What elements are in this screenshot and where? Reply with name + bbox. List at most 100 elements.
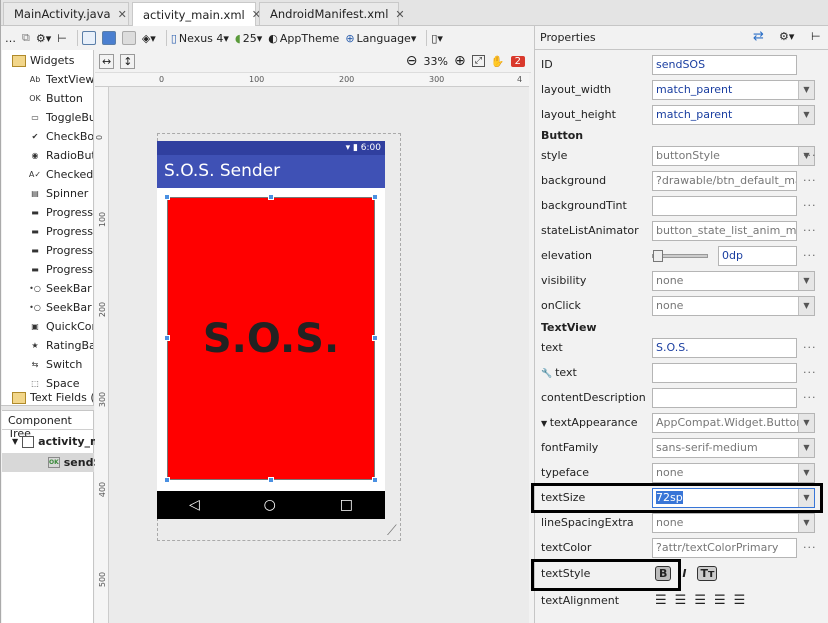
theme-selector[interactable]: ◐ AppTheme bbox=[268, 32, 339, 45]
phone-config-icon[interactable]: ▯▾ bbox=[431, 32, 443, 45]
pin-icon[interactable]: ⊢ bbox=[57, 32, 67, 45]
all-caps-icon[interactable]: Tт bbox=[697, 566, 718, 581]
device-resize-handle[interactable]: ⟋ bbox=[387, 523, 397, 539]
close-icon[interactable]: ✕ bbox=[118, 8, 127, 21]
orientation-icon[interactable]: ◈▾ bbox=[142, 32, 156, 45]
recents-icon[interactable]: □ bbox=[340, 497, 353, 513]
prop-input-stateListAnimator[interactable]: button_state_list_anim_mate bbox=[652, 220, 797, 241]
gear-icon[interactable]: ⚙▾ bbox=[779, 30, 794, 43]
more-options-icon[interactable]: ··· bbox=[803, 541, 817, 554]
tab-main-activity[interactable]: MainActivity.java ✕ bbox=[3, 2, 129, 25]
elevation-slider[interactable] bbox=[652, 249, 708, 262]
sos-button[interactable]: S.O.S. bbox=[167, 197, 375, 480]
prop-input-textColor[interactable]: ?attr/textColorPrimary bbox=[652, 537, 797, 558]
prop-input-id[interactable]: sendSOS bbox=[652, 54, 797, 75]
prop-input-typeface[interactable]: none ▼ bbox=[652, 462, 815, 483]
resize-handle[interactable] bbox=[372, 477, 378, 483]
palette-item[interactable]: •○SeekBar (Discrete) bbox=[28, 298, 93, 317]
design-view-icon[interactable] bbox=[81, 31, 96, 45]
align-start-icon[interactable]: ☰ bbox=[655, 593, 667, 608]
prop-input-text2[interactable] bbox=[652, 362, 797, 383]
chevron-down-icon[interactable]: ▼ bbox=[798, 105, 814, 124]
prop-input-layout_width[interactable]: match_parent ▼ bbox=[652, 79, 815, 100]
palette-item[interactable]: ▤ Spinner bbox=[28, 184, 88, 203]
more-options-icon[interactable]: ··· bbox=[803, 149, 817, 162]
resize-handle[interactable] bbox=[268, 477, 274, 483]
zoom-out-icon[interactable]: ⊖ bbox=[406, 53, 418, 69]
zoom-in-icon[interactable]: ⊕ bbox=[454, 53, 466, 69]
chevron-down-icon[interactable]: ▼ bbox=[798, 438, 814, 457]
palette-item[interactable]: Ab TextView bbox=[28, 70, 93, 89]
prop-input-lineSpacingExtra[interactable]: none ▼ bbox=[652, 512, 815, 533]
resize-handle[interactable] bbox=[268, 194, 274, 200]
tab-activity-main[interactable]: activity_main.xml ✕ bbox=[132, 2, 261, 26]
chevron-down-icon[interactable]: ▼ bbox=[798, 80, 814, 99]
palette-item[interactable]: ★RatingBar bbox=[28, 336, 93, 355]
prop-input-onClick[interactable]: none ▼ bbox=[652, 295, 815, 316]
gear-icon[interactable]: ⚙▾ bbox=[36, 32, 51, 45]
palette-category-text-fields[interactable]: Text Fields (Edit) bbox=[12, 388, 93, 406]
palette-category-widgets[interactable]: Widgets bbox=[12, 51, 74, 70]
more-icon[interactable]: … bbox=[5, 32, 16, 45]
prop-input-background[interactable]: ?drawable/btn_default_mate bbox=[652, 170, 797, 191]
palette-item[interactable]: ▬ProgressBar bbox=[28, 260, 93, 279]
align-right-icon[interactable]: ☰ bbox=[714, 593, 726, 608]
prop-input-text[interactable]: S.O.S. bbox=[652, 337, 797, 358]
palette-item[interactable]: ▭ToggleButton bbox=[28, 108, 93, 127]
more-options-icon[interactable]: ··· bbox=[803, 341, 817, 354]
api-selector[interactable]: ◖ 25 ▾ bbox=[235, 32, 262, 45]
more-options-icon[interactable]: ··· bbox=[803, 224, 817, 237]
palette-item[interactable]: OK Button bbox=[28, 89, 83, 108]
palette-item[interactable]: ▬ProgressBar bbox=[28, 241, 93, 260]
resize-handle[interactable] bbox=[372, 194, 378, 200]
split-view-icon[interactable] bbox=[121, 31, 136, 45]
palette-item[interactable]: ▬ProgressBar bbox=[28, 203, 93, 222]
palette-item[interactable]: ✔CheckBox bbox=[28, 127, 93, 146]
resize-handle[interactable] bbox=[164, 335, 170, 341]
more-options-icon[interactable]: ··· bbox=[803, 199, 817, 212]
chevron-down-icon[interactable]: ▼ bbox=[798, 513, 814, 532]
palette-item[interactable]: ⇆ Switch bbox=[28, 355, 83, 374]
prop-input-fontFamily[interactable]: sans-serif-medium ▼ bbox=[652, 437, 815, 458]
prop-input-elevation[interactable]: 0dp bbox=[718, 245, 797, 266]
close-icon[interactable]: ✕ bbox=[395, 8, 404, 21]
home-icon[interactable]: ○ bbox=[264, 497, 276, 513]
more-options-icon[interactable]: ··· bbox=[803, 366, 817, 379]
align-center-icon[interactable]: ☰ bbox=[694, 593, 706, 608]
resize-handle[interactable] bbox=[372, 335, 378, 341]
palette-item[interactable]: ▣QuickContactBadge bbox=[28, 317, 93, 336]
more-options-icon[interactable]: ··· bbox=[803, 174, 817, 187]
design-canvas[interactable]: 0 100 200 300 4 0 100 200 300 400 500 ▾ … bbox=[95, 73, 529, 623]
palette-item[interactable]: ▬ProgressBar bbox=[28, 222, 93, 241]
pan-hand-icon[interactable]: ✋ bbox=[491, 55, 505, 68]
more-options-icon[interactable]: ··· bbox=[803, 391, 817, 404]
pin-icon[interactable]: ⊢ bbox=[811, 30, 821, 43]
chevron-down-icon[interactable]: ▼ bbox=[798, 271, 814, 290]
align-end-icon[interactable]: ☰ bbox=[734, 593, 746, 608]
expand-vertical-icon[interactable]: ↕ bbox=[120, 53, 136, 69]
back-icon[interactable]: ◁ bbox=[189, 497, 200, 513]
resize-handle[interactable] bbox=[164, 477, 170, 483]
zoom-fit-icon[interactable]: ⤢ bbox=[471, 55, 485, 67]
chevron-down-icon[interactable]: ▼ bbox=[798, 413, 814, 432]
align-left-icon[interactable]: ☰ bbox=[675, 593, 687, 608]
prop-input-style[interactable]: buttonStyle ▼ bbox=[652, 145, 815, 166]
palette-item[interactable]: A✓CheckedTextView bbox=[28, 165, 93, 184]
error-count-badge[interactable]: 2 bbox=[510, 55, 525, 67]
more-options-icon[interactable]: ··· bbox=[803, 249, 817, 262]
chevron-down-icon[interactable]: ▼ bbox=[798, 296, 814, 315]
prop-input-layout_height[interactable]: match_parent ▼ bbox=[652, 104, 815, 125]
language-selector[interactable]: ⊕ Language ▾ bbox=[345, 32, 416, 45]
prop-input-contentDescription[interactable] bbox=[652, 387, 797, 408]
palette-item[interactable]: •○ SeekBar bbox=[28, 279, 92, 298]
device-selector[interactable]: ▯ Nexus 4 ▾ bbox=[171, 32, 229, 45]
resize-handle[interactable] bbox=[164, 194, 170, 200]
prop-input-textAppearance[interactable]: AppCompat.Widget.Button ▼ bbox=[652, 412, 815, 433]
palette-item[interactable]: ◉RadioButton bbox=[28, 146, 94, 165]
tree-node-sendsos[interactable]: OK sendSOS bbox=[2, 453, 119, 472]
swap-view-icon[interactable]: ⇄ bbox=[753, 29, 764, 44]
expand-horizontal-icon[interactable]: ↔ bbox=[99, 53, 115, 69]
collapse-icon[interactable]: ⧉ bbox=[22, 31, 30, 45]
prop-input-backgroundTint[interactable] bbox=[652, 195, 797, 216]
prop-input-visibility[interactable]: none ▼ bbox=[652, 270, 815, 291]
